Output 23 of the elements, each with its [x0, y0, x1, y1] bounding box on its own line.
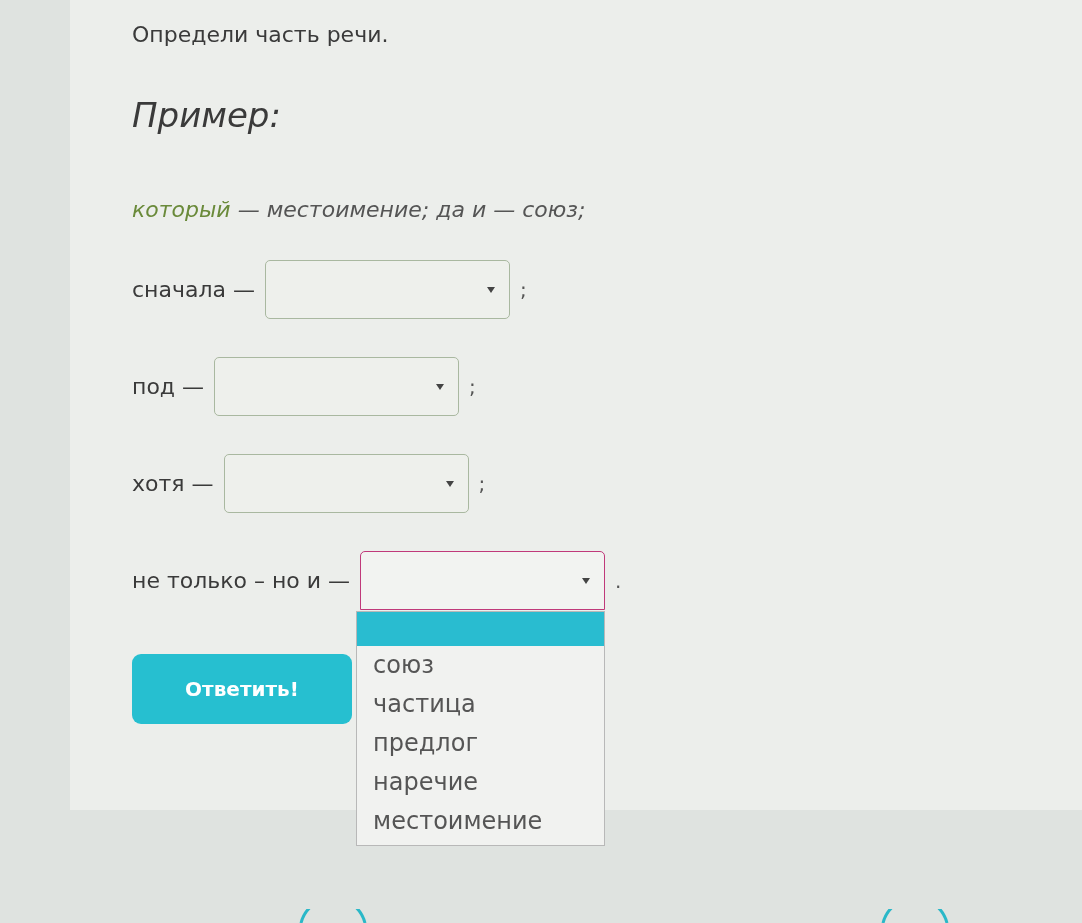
dropdown-option[interactable]: наречие — [357, 763, 605, 802]
caret-icon — [436, 383, 445, 390]
dropdown-option[interactable]: местоимение — [357, 802, 605, 841]
caret-icon — [487, 286, 495, 293]
punctuation-text: ; — [478, 471, 486, 496]
word-label: хотя — — [132, 471, 214, 496]
round-button[interactable] — [880, 909, 950, 923]
example-text: который — местоимение; да и — союз; — [132, 197, 586, 222]
caret-icon — [582, 577, 591, 584]
word-label: не только – но и — — [132, 568, 351, 593]
punctuation-text: ; — [469, 374, 476, 399]
dropdown-option[interactable]: частица — [357, 685, 605, 724]
caret-icon — [445, 480, 454, 487]
round-button[interactable] — [298, 909, 368, 923]
example-heading: Пример: — [132, 95, 281, 135]
dropdown-option[interactable]: союз — [357, 646, 605, 685]
answer-select[interactable] — [360, 551, 606, 610]
word-label: сначала — — [132, 277, 255, 302]
punctuation-text: ; — [520, 277, 527, 302]
dropdown-option[interactable]: предлог — [357, 724, 605, 763]
instruction-text: Определи часть речи. — [132, 22, 389, 47]
punctuation-text: . — [615, 568, 622, 593]
word-label: под — — [132, 374, 205, 399]
